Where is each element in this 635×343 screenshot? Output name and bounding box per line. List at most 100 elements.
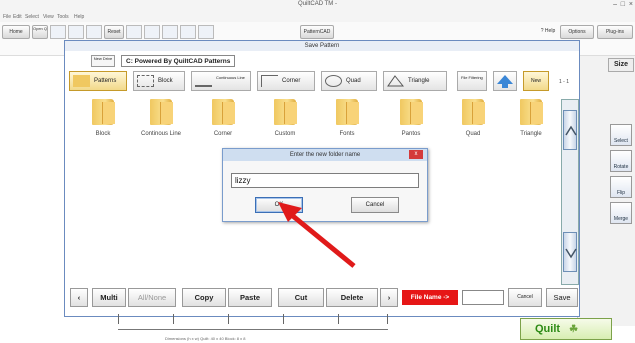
zoom-icon[interactable] (162, 25, 178, 39)
quilt-button[interactable]: Quilt ☘ (520, 318, 612, 340)
all-none-button[interactable]: All/None (128, 288, 176, 307)
delete-button[interactable]: Delete (326, 288, 378, 307)
folder-icon (150, 99, 173, 125)
arrow-up-icon (497, 75, 513, 88)
scroll-down-button[interactable] (563, 232, 577, 272)
filter-triangle-tab[interactable]: Triangle (383, 71, 447, 91)
size-button[interactable]: Size (608, 58, 634, 72)
app-title-bar: QuiltCAD TM - – □ × (0, 0, 635, 12)
scroll-up-button[interactable] (563, 110, 577, 150)
menu-help[interactable]: Help (74, 14, 84, 20)
block-icon (137, 75, 154, 87)
folder-item[interactable]: Continous Line (131, 99, 191, 137)
folder-icon (400, 99, 423, 125)
menu-file[interactable]: File (3, 14, 11, 20)
flip-icon[interactable] (198, 25, 214, 39)
options-button[interactable]: Options (560, 25, 594, 39)
check-icon[interactable] (144, 25, 160, 39)
chevron-up-icon (565, 125, 577, 136)
folder-label: Fonts (339, 131, 355, 137)
reset-button[interactable]: Reset (104, 25, 124, 39)
folder-item[interactable]: Corner (193, 99, 253, 137)
rotate-left-icon[interactable] (86, 25, 102, 39)
folder-item[interactable]: Fonts (317, 99, 377, 137)
folder-item[interactable]: Quad (443, 99, 503, 137)
delete-x-icon[interactable] (126, 25, 142, 39)
cancel-button[interactable]: Cancel (508, 288, 542, 307)
menu-view[interactable]: View (43, 14, 54, 20)
paste-button[interactable]: Paste (228, 288, 272, 307)
paste-icon[interactable] (180, 25, 196, 39)
save-button[interactable]: Save (546, 288, 578, 307)
select-tool-label: Select (614, 138, 628, 144)
chevron-left-icon: ‹ (77, 293, 81, 302)
flip-tool-label: Flip (616, 190, 626, 196)
folder-icon (212, 99, 235, 125)
minimize-icon[interactable]: – (613, 1, 617, 8)
current-path: C: Powered By QuiltCAD Patterns (121, 55, 236, 67)
status-text: Dimensions (h x w) Quilt: 40 x 40 Block:… (165, 336, 246, 341)
folder-item[interactable]: Triangle (501, 99, 561, 137)
file-name-input[interactable] (462, 290, 504, 305)
continuous-line-icon (195, 75, 212, 87)
quilt-button-label: Quilt (535, 323, 561, 335)
quad-icon (325, 75, 342, 87)
filter-block-tab[interactable]: Block (133, 71, 185, 91)
maximize-icon[interactable]: □ (621, 1, 625, 8)
quilt-leaf-icon: ☘ (569, 324, 579, 335)
chevron-right-icon: › (387, 293, 391, 302)
folder-label: Custom (274, 131, 296, 137)
merge-tool-button[interactable]: Merge (610, 202, 632, 224)
folder-item[interactable]: Custom (255, 99, 315, 137)
filter-corner-tab[interactable]: Corner (257, 71, 315, 91)
folder-item[interactable]: Pantos (381, 99, 441, 137)
new-drive-button[interactable]: New Drive (91, 55, 115, 67)
filter-continuous-line-label: Continuous Line (216, 75, 245, 80)
quilt-ruler (118, 314, 388, 330)
triangle-icon (387, 75, 405, 87)
red-arrow-annotation (278, 202, 356, 268)
select-tool-button[interactable]: Select (610, 124, 632, 146)
folder-icon (92, 99, 115, 125)
folder-label: Block (95, 131, 111, 137)
folder-icon (73, 75, 90, 87)
rotate-tool-button[interactable]: Rotate (610, 150, 632, 172)
open-quilt-button[interactable]: Open Quilt (32, 25, 48, 39)
patterncad-button[interactable]: PatternCAD (300, 25, 334, 39)
cut-button[interactable]: Cut (278, 288, 324, 307)
path-bar: New Drive C: Powered By QuiltCAD Pattern… (69, 55, 319, 67)
filter-patterns-label: Patterns (94, 78, 117, 84)
folder-icon (336, 99, 359, 125)
folder-item[interactable]: Block (73, 99, 133, 137)
vertical-scrollbar[interactable] (561, 99, 579, 285)
right-tool-panel: Size Select Rotate Flip Merge (577, 56, 635, 326)
close-icon[interactable]: × (629, 1, 633, 8)
filter-triangle-label: Triangle (408, 78, 430, 84)
filter-quad-label: Quad (346, 78, 361, 84)
prev-page-button[interactable]: ‹ (70, 288, 88, 307)
file-filtering-button[interactable]: File Filtering (457, 71, 487, 91)
page-indicator: 1 - 1 (559, 79, 570, 85)
help-button[interactable]: ? Help (538, 25, 558, 39)
menu-edit[interactable]: Edit (13, 14, 22, 20)
filter-continuous-line-tab[interactable]: Continuous Line (191, 71, 251, 91)
home-button[interactable]: Home (2, 25, 30, 39)
multi-button[interactable]: Multi (92, 288, 126, 307)
menu-select[interactable]: Select (25, 14, 39, 20)
app-title: QuiltCAD TM - (298, 1, 337, 7)
flip-tool-button[interactable]: Flip (610, 176, 632, 198)
undo-icon[interactable] (50, 25, 66, 39)
filter-patterns-tab[interactable]: Patterns (69, 71, 127, 91)
action-row: ‹ Multi All/None Copy Paste Cut Delete ›… (70, 288, 580, 308)
plug-ins-button[interactable]: Plug-ins (597, 25, 633, 39)
folder-name-input[interactable] (231, 173, 419, 188)
next-page-button[interactable]: › (380, 288, 398, 307)
copy-button[interactable]: Copy (182, 288, 226, 307)
menu-tools[interactable]: Tools (57, 14, 69, 20)
filter-quad-tab[interactable]: Quad (321, 71, 377, 91)
up-folder-button[interactable] (493, 71, 517, 91)
merge-tool-label: Merge (613, 216, 629, 222)
redo-icon[interactable] (68, 25, 84, 39)
new-folder-button[interactable]: New (523, 71, 549, 91)
prompt-close-button[interactable]: x (409, 150, 423, 159)
